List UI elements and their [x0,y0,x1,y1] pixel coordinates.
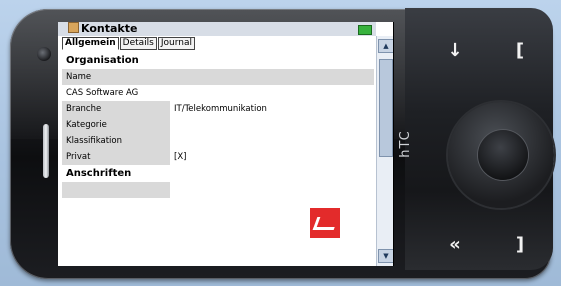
device-screen: Kontakte Allgemein Details Journal Organ… [58,22,394,266]
name-label: Name [66,72,92,82]
camera-icon [37,47,51,61]
form-row-kategorie[interactable]: Kategorie [62,117,374,133]
call-button[interactable]: [ [490,20,550,80]
section-organisation: Organisation [66,55,139,66]
form-row-name-label: Name [62,69,374,85]
privat-value[interactable]: [X] [170,149,374,165]
end-call-button[interactable]: ] [490,214,550,274]
contacts-icon [68,22,79,33]
navigation-center-button[interactable] [478,130,528,180]
section-anschriften: Anschriften [66,168,132,179]
home-button[interactable]: « [425,214,485,274]
kategorie-label: Kategorie [62,117,170,133]
scrollbar-thumb[interactable] [379,59,393,157]
kategorie-value[interactable] [170,117,374,133]
cas-logo-icon [310,208,340,238]
privat-label: Privat [62,149,170,165]
contact-form: Organisation Name CAS Software AG Branch… [62,52,374,198]
network-status-icon [358,25,372,35]
title-bar: Kontakte [58,22,376,36]
form-row-anschrift[interactable] [62,182,374,198]
vertical-scrollbar[interactable]: ▲ ▼ [376,36,393,266]
back-button[interactable]: ↓ [425,20,485,80]
anschrift-value[interactable] [170,182,374,198]
branche-value[interactable]: IT/Telekommunikation [170,101,374,117]
klassifikation-label: Klassifikation [62,133,170,149]
tab-journal[interactable]: Journal [157,37,195,50]
tab-bar: Allgemein Details Journal [62,37,195,50]
arrow-up-icon[interactable]: ▲ [378,39,393,53]
branche-label: Branche [62,101,170,117]
tab-allgemein[interactable]: Allgemein [62,37,119,50]
form-row-name-value[interactable]: CAS Software AG [62,85,374,101]
form-row-privat[interactable]: Privat [X] [62,149,374,165]
form-row-klassifikation[interactable]: Klassifikation [62,133,374,149]
anschrift-label [62,182,170,198]
tab-details[interactable]: Details [119,37,157,50]
klassifikation-value[interactable] [170,133,374,149]
form-row-branche[interactable]: Branche IT/Telekommunikation [62,101,374,117]
side-button[interactable] [43,124,49,178]
page-title: Kontakte [81,22,138,35]
name-value[interactable]: CAS Software AG [62,85,170,101]
arrow-down-icon[interactable]: ▼ [378,249,393,263]
